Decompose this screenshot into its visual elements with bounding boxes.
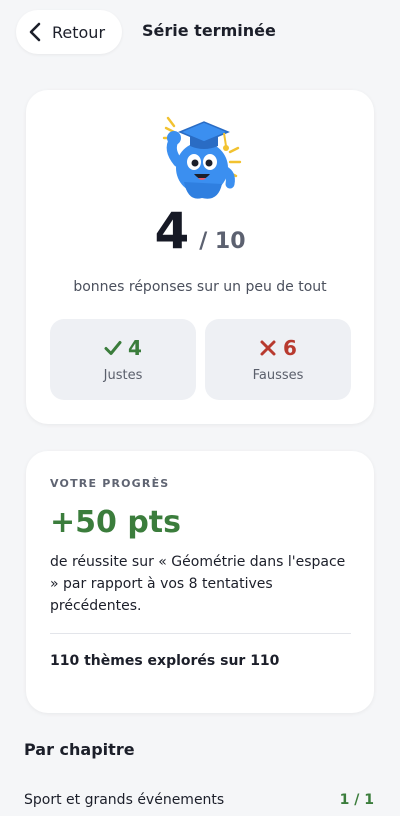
- chapter-score: 1 / 1: [339, 792, 374, 808]
- correct-count: 4: [128, 336, 142, 360]
- score-display: 4 / 10: [26, 202, 374, 260]
- graduate-mascot-icon: [162, 116, 242, 199]
- chapter-row[interactable]: Sport et grands événements 1 / 1: [24, 790, 374, 810]
- progress-card: VOTRE PROGRÈS +50 pts de réussite sur « …: [26, 451, 374, 713]
- chevron-left-icon: [29, 22, 41, 42]
- correct-label: Justes: [103, 368, 143, 383]
- wrong-answers-box: 6 Fausses: [205, 319, 351, 400]
- back-button[interactable]: Retour: [16, 10, 122, 54]
- check-icon: [104, 341, 122, 355]
- divider: [50, 633, 351, 634]
- progress-heading: VOTRE PROGRÈS: [50, 477, 170, 490]
- chapter-name: Sport et grands événements: [24, 792, 225, 808]
- chapters-title: Par chapitre: [24, 740, 135, 759]
- score-total: / 10: [199, 229, 246, 254]
- back-button-label: Retour: [52, 22, 106, 42]
- themes-explored: 110 thèmes explorés sur 110: [50, 653, 280, 669]
- wrong-count: 6: [283, 336, 297, 360]
- score-caption: bonnes réponses sur un peu de tout: [73, 279, 327, 295]
- score-card: 4 / 10 bonnes réponses sur un peu de tou…: [26, 90, 374, 424]
- page-title: Série terminée: [142, 21, 276, 40]
- header: Retour Série terminée: [0, 0, 400, 64]
- wrong-label: Fausses: [252, 368, 304, 383]
- progress-points: +50 pts: [50, 505, 182, 540]
- cross-icon: [260, 340, 276, 356]
- progress-description: de réussite sur « Géométrie dans l'espac…: [50, 554, 346, 614]
- score-value: 4: [154, 202, 190, 260]
- wrong-count-row: 6: [205, 336, 351, 360]
- correct-answers-box: 4 Justes: [50, 319, 196, 400]
- correct-count-row: 4: [50, 336, 196, 360]
